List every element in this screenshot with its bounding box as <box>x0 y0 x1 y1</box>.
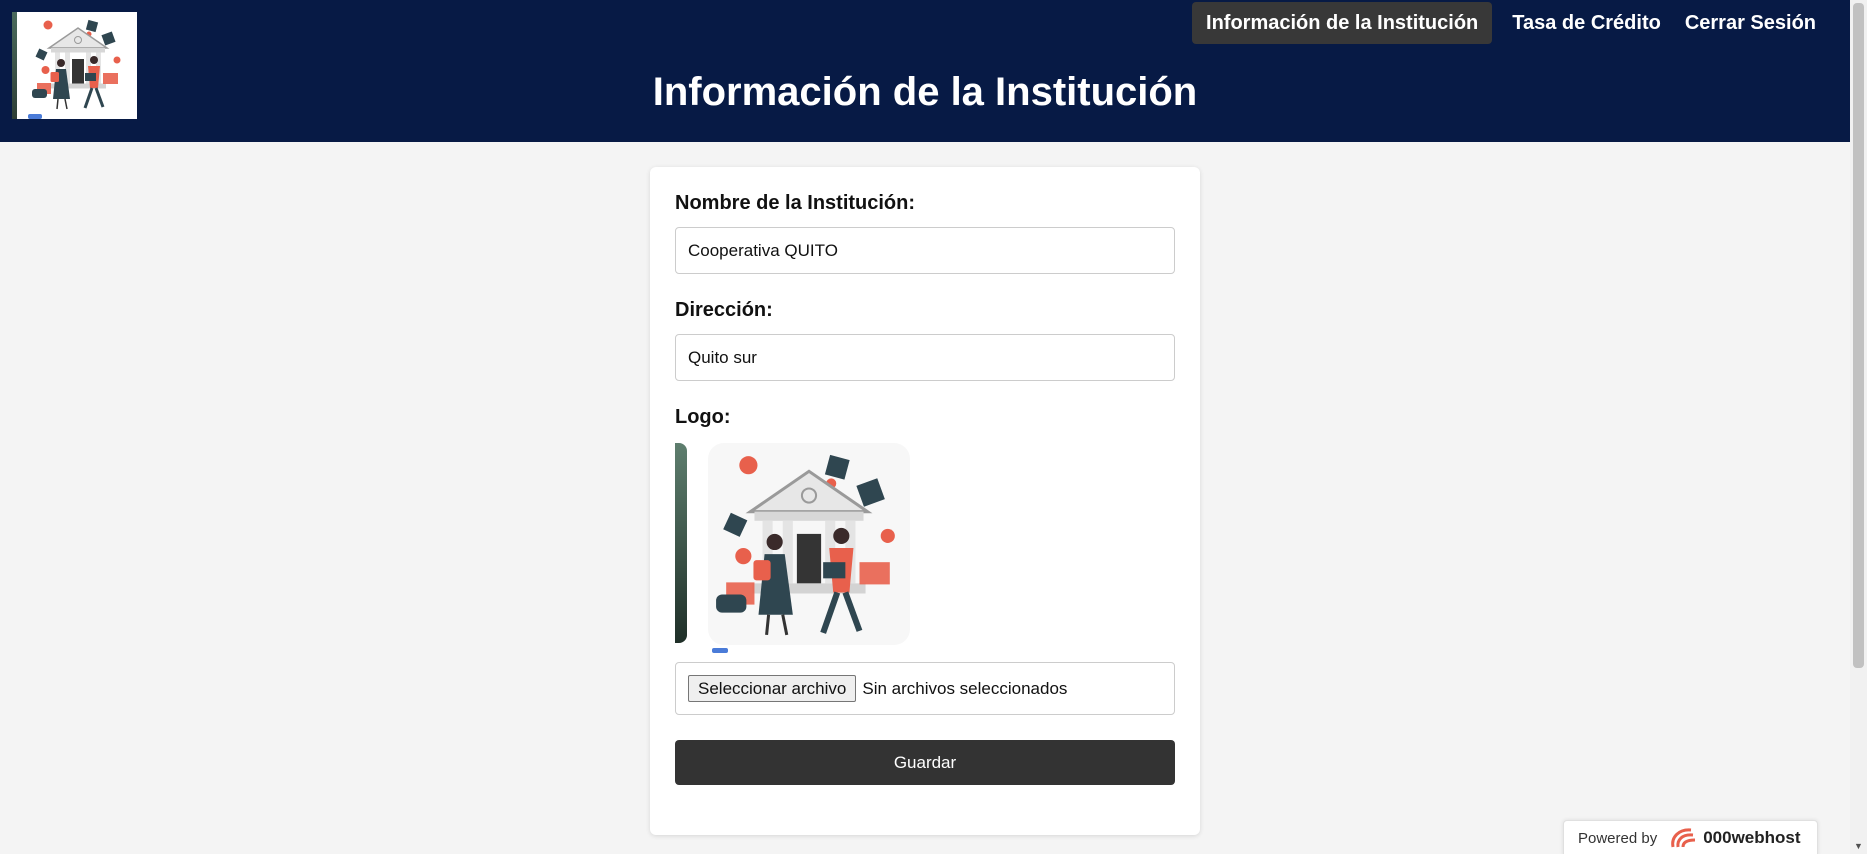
select-file-button[interactable]: Seleccionar archivo <box>688 675 857 702</box>
institution-name-label: Nombre de la Institución: <box>675 192 916 214</box>
app-header: Información de la Institución Tasa de Cr… <box>0 0 1850 142</box>
page-scrollbar[interactable]: ▼ <box>1850 0 1867 854</box>
nav-item-logout[interactable]: Cerrar Sesión <box>1681 2 1820 44</box>
scroll-down-arrow-icon[interactable]: ▼ <box>1850 840 1867 852</box>
logo-label: Logo: <box>675 406 731 428</box>
save-button[interactable]: Guardar <box>675 740 1175 785</box>
page-title: Información de la Institución <box>652 70 1198 114</box>
webhost-brand-label: 000webhost <box>1703 828 1801 847</box>
webhost-logo-icon <box>1671 828 1696 848</box>
logo-preview-caption-tag <box>712 648 728 653</box>
logo-file-input[interactable]: Seleccionar archivo Sin archivos selecci… <box>675 662 1175 715</box>
main-nav: Información de la Institución Tasa de Cr… <box>1184 2 1820 44</box>
institution-name-input[interactable] <box>675 227 1175 274</box>
logo-preview <box>675 443 915 653</box>
institution-form-card: Nombre de la Institución: Dirección: Log… <box>650 167 1200 835</box>
nav-item-institution-info[interactable]: Información de la Institución <box>1192 2 1493 44</box>
bank-illustration-icon <box>708 443 910 645</box>
address-label: Dirección: <box>675 299 773 321</box>
logo-preview-edge <box>675 443 687 643</box>
logo-preview-image <box>708 443 910 645</box>
scrollbar-thumb[interactable] <box>1853 3 1864 668</box>
powered-by-label: Powered by <box>1578 829 1658 847</box>
powered-by-badge[interactable]: Powered by 000webhost <box>1563 820 1818 854</box>
nav-item-credit-rate[interactable]: Tasa de Crédito <box>1508 2 1665 44</box>
file-status-text: Sin archivos seleccionados <box>862 678 1068 698</box>
address-input[interactable] <box>675 334 1175 381</box>
